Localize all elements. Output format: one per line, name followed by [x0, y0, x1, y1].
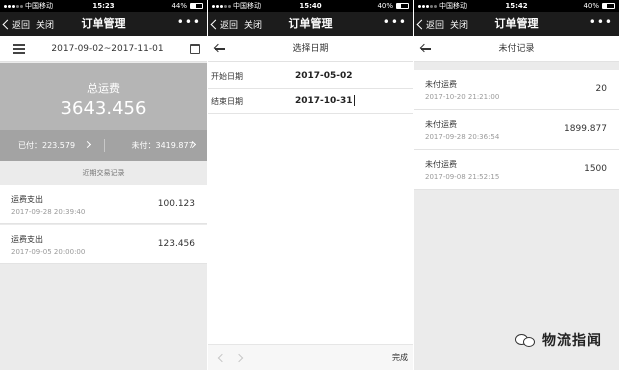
wechat-logo-icon — [515, 332, 537, 348]
page-title: 未付记录 — [498, 44, 535, 54]
record-name: 运费支出 — [11, 195, 43, 204]
total-value: 3643.456 — [60, 98, 147, 119]
record-name: 未付运费 — [425, 160, 457, 169]
status-bar: 中国移动 15:40 40% — [208, 0, 413, 12]
date-range[interactable]: 2017-09-02~2017-11-01 — [34, 36, 181, 62]
page-header: 未付记录 — [414, 36, 619, 62]
record-amount: 100.123 — [157, 199, 195, 209]
list-item[interactable]: 运费支出 2017-09-05 20:00:00 123.456 — [0, 225, 207, 264]
status-bar: 中国移动 15:42 40% — [414, 0, 619, 12]
chevron-right-icon[interactable] — [234, 353, 244, 363]
unpaid-button[interactable]: 未付：3419.877 — [104, 130, 208, 161]
record-amount: 20 — [595, 84, 607, 94]
record-time: 2017-09-28 20:36:54 — [425, 133, 500, 141]
date-select-screen: 中国移动 15:40 40% 返回 关闭 订单管理 ••• 选择日期 开始日期 … — [208, 0, 413, 370]
chevron-right-icon — [83, 140, 92, 149]
more-button[interactable]: ••• — [383, 12, 407, 32]
calendar-icon[interactable] — [190, 44, 200, 54]
record-amount: 1500 — [584, 164, 607, 174]
more-button[interactable]: ••• — [177, 12, 201, 32]
battery-percent: 44% — [171, 2, 187, 10]
start-date-field[interactable]: 2017-05-02 — [295, 64, 353, 89]
paid-button[interactable]: 已付：223.579 — [0, 130, 104, 161]
list-item[interactable]: 运费支出 2017-09-28 20:39:40 100.123 — [0, 185, 207, 224]
paid-unpaid-row: 已付：223.579 未付：3419.877 — [0, 130, 207, 161]
record-time: 2017-09-05 20:00:00 — [11, 248, 86, 256]
section-title: 近期交易记录 — [0, 161, 207, 185]
record-name: 运费支出 — [11, 235, 43, 244]
nav-bar: 返回 关闭 订单管理 ••• — [208, 12, 413, 36]
battery-icon — [396, 3, 409, 9]
unpaid-records-screen: 中国移动 15:42 40% 返回 关闭 订单管理 ••• 未付记录 未付运费 … — [414, 0, 619, 370]
status-bar: 中国移动 15:23 44% — [0, 0, 207, 12]
list-item[interactable]: 未付运费 2017-09-28 20:36:54 1899.877 — [414, 110, 619, 150]
start-date-label: 开始日期 — [211, 72, 243, 81]
watermark: 物流指闻 — [515, 330, 602, 350]
summary-screen: 中国移动 15:23 44% 返回 关闭 订单管理 ••• 2017-09-02… — [0, 0, 207, 370]
done-button[interactable]: 完成 — [392, 345, 408, 370]
nav-bar: 返回 关闭 订单管理 ••• — [0, 12, 207, 36]
total-label: 总运费 — [87, 82, 120, 95]
end-date-field[interactable]: 2017-10-31 — [295, 96, 353, 106]
unpaid-amount: 未付：3419.877 — [131, 141, 194, 150]
text-cursor — [353, 95, 355, 106]
start-date-row[interactable]: 开始日期 2017-05-02 — [208, 64, 413, 89]
record-time: 2017-09-08 21:52:15 — [425, 173, 500, 181]
battery-icon — [190, 3, 203, 9]
filter-bar: 2017-09-02~2017-11-01 — [0, 36, 207, 62]
page-header: 选择日期 — [208, 36, 413, 62]
battery-icon — [602, 3, 615, 9]
end-date-label: 结束日期 — [211, 97, 243, 106]
record-amount: 1899.877 — [564, 124, 607, 134]
list-item[interactable]: 未付运费 2017-09-08 21:52:15 1500 — [414, 150, 619, 190]
paid-amount: 已付：223.579 — [18, 141, 76, 150]
record-amount: 123.456 — [157, 239, 195, 249]
list-item[interactable]: 未付运费 2017-10-20 21:21:00 20 — [414, 70, 619, 110]
more-button[interactable]: ••• — [589, 12, 613, 32]
chevron-left-icon[interactable] — [217, 353, 227, 363]
menu-icon[interactable] — [13, 44, 25, 54]
record-time: 2017-09-28 20:39:40 — [11, 208, 86, 216]
watermark-text: 物流指闻 — [542, 333, 602, 349]
page-title: 选择日期 — [292, 44, 329, 54]
record-name: 未付运费 — [425, 120, 457, 129]
record-time: 2017-10-20 21:21:00 — [425, 93, 500, 101]
nav-bar: 返回 关闭 订单管理 ••• — [414, 12, 619, 36]
battery-percent: 40% — [377, 2, 393, 10]
battery-percent: 40% — [583, 2, 599, 10]
keyboard-toolbar: 完成 — [208, 344, 413, 370]
end-date-row[interactable]: 结束日期 2017-10-31 — [208, 89, 413, 114]
record-name: 未付运费 — [425, 80, 457, 89]
